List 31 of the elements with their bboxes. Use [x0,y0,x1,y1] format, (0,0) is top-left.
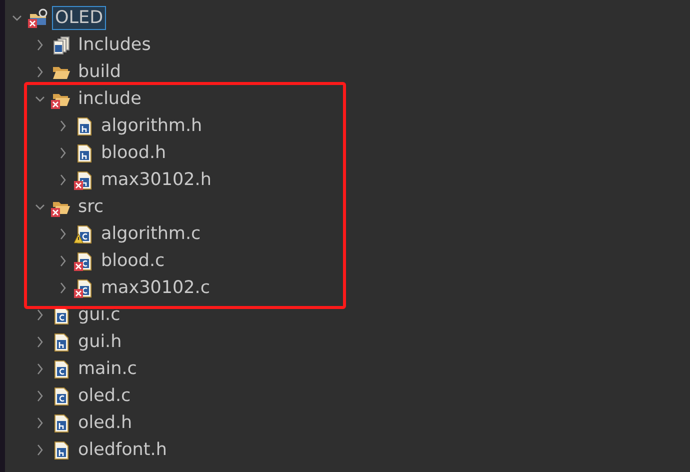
expand-chevron-icon[interactable] [58,254,68,268]
tree-item[interactable]: build [75,60,124,84]
tree-item[interactable]: blood.h [98,140,170,164]
tree-item[interactable]: OLED [52,6,106,30]
tree-item[interactable]: algorithm.c [98,222,204,246]
tree-item[interactable]: blood.c [98,248,168,272]
tree-item[interactable]: main.c [75,356,140,380]
expand-chevron-icon[interactable] [35,416,45,430]
tree-item[interactable]: oledfont.h [75,438,170,462]
tree-item[interactable]: gui.h [75,330,125,354]
expand-chevron-icon[interactable] [35,442,45,456]
expand-chevron-icon[interactable] [35,64,45,78]
expand-chevron-icon[interactable] [58,172,68,186]
tree-item[interactable]: src [75,194,107,218]
tree-item[interactable]: Includes [75,32,154,56]
tree-item[interactable]: max30102.h [98,168,214,192]
tree-item[interactable]: oled.c [75,384,134,408]
expand-chevron-icon[interactable] [58,118,68,132]
expand-chevron-icon[interactable] [35,308,45,322]
expand-chevron-icon[interactable] [58,146,68,160]
expand-chevron-icon[interactable] [35,38,45,52]
expand-chevron-icon[interactable] [35,388,45,402]
expand-chevron-icon[interactable] [35,362,45,376]
expand-chevron-icon[interactable] [58,226,68,240]
tree-item[interactable]: algorithm.h [98,114,206,138]
tree-item[interactable]: include [75,86,144,110]
expand-chevron-icon[interactable] [58,280,68,294]
tree-item[interactable]: oled.h [75,410,136,434]
tree-item[interactable]: gui.c [75,302,124,326]
expand-chevron-icon[interactable] [35,334,45,348]
tree-item[interactable]: max30102.c [98,276,213,300]
